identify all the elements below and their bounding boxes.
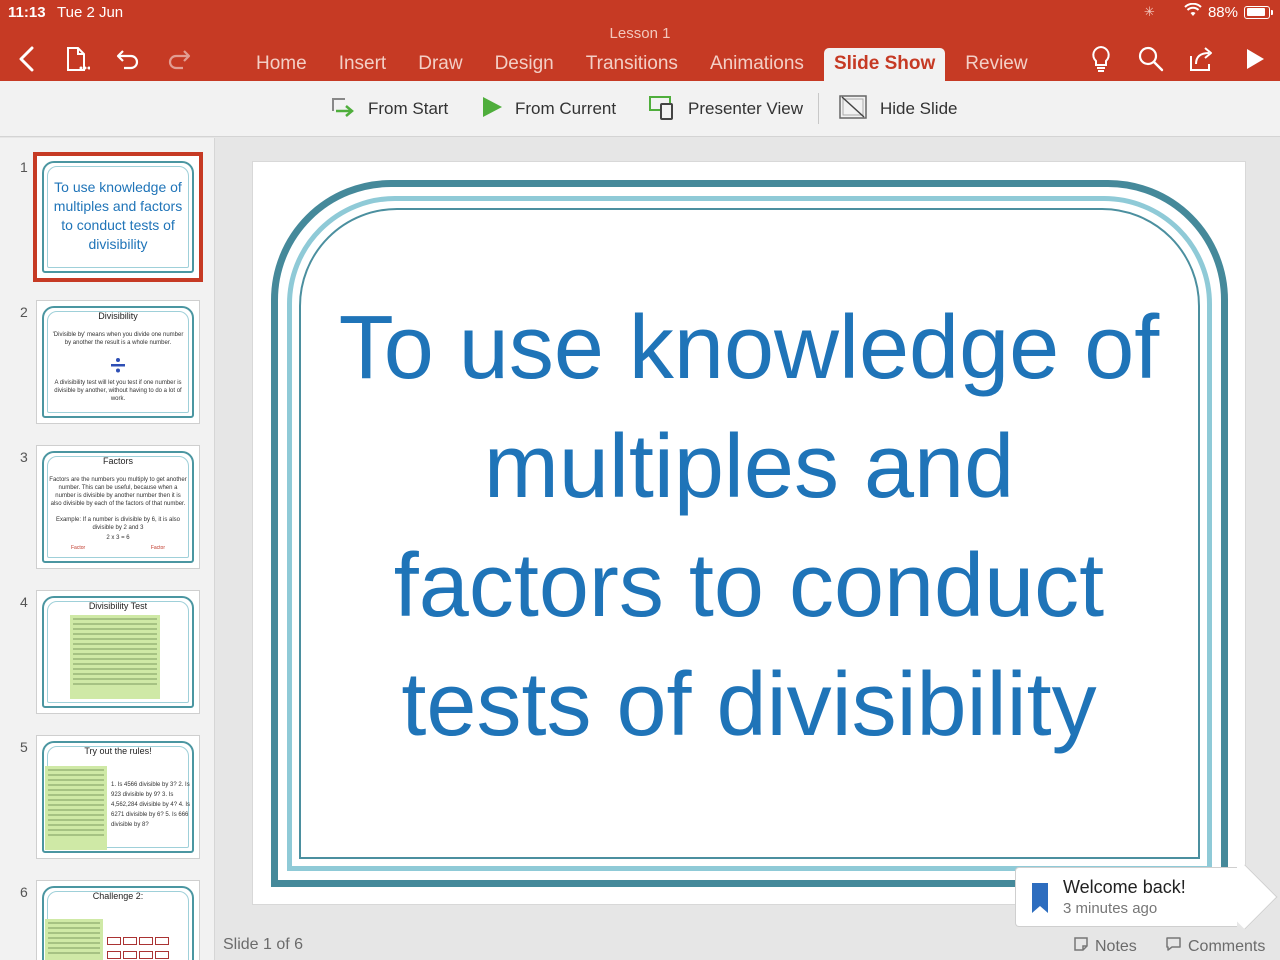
status-time: 11:13	[8, 4, 46, 21]
from-current-button[interactable]: From Current	[481, 93, 616, 125]
divide-icon	[110, 357, 126, 373]
bookmark-icon	[1031, 882, 1049, 919]
thumbnail-questions: 1. Is 4566 divisible by 3? 2. Is 923 div…	[111, 782, 191, 828]
number-grid	[107, 937, 169, 945]
slide-thumbnail-2[interactable]: Divisibility 'Divisible by' means when y…	[37, 301, 199, 423]
slide-thumbnail-5[interactable]: Try out the rules! 1. Is 4566 divisible …	[37, 736, 199, 858]
slide-thumbnail-1[interactable]: To use knowledge of multiples and factor…	[37, 156, 199, 278]
back-icon[interactable]	[12, 44, 42, 74]
thumbnail-number: 3	[20, 449, 28, 465]
thumbnail-equation: 2 x 3 = 6	[106, 535, 130, 541]
divisibility-table-image	[45, 919, 103, 960]
comments-label: Comments	[1188, 937, 1266, 955]
status-date: Tue 2 Jun	[57, 4, 124, 21]
slide-title-line: tests of divisibility	[401, 655, 1097, 755]
thumbnail-body: Example: If a number is divisible by 6, …	[55, 517, 181, 531]
app-toolbar: 11:13 Tue 2 Jun ✳ 88% Lesson 1 Home Inse…	[0, 0, 1280, 81]
notes-button[interactable]: Notes	[1073, 936, 1137, 957]
thumbnail-label: Factor	[71, 545, 86, 551]
current-slide[interactable]: To use knowledge of multiples and factor…	[253, 162, 1245, 904]
tab-design[interactable]: Design	[479, 48, 570, 81]
thumbnail-number: 1	[20, 159, 28, 175]
toast-title: Welcome back!	[1063, 877, 1186, 897]
redo-icon[interactable]	[164, 44, 194, 74]
battery-percent: 88%	[1207, 3, 1238, 21]
number-grid	[107, 951, 169, 959]
divisibility-table-image	[45, 766, 107, 850]
comments-button[interactable]: Comments	[1165, 936, 1265, 957]
comment-icon	[1165, 936, 1182, 957]
divisibility-table-image	[70, 615, 160, 699]
battery-fill	[1246, 8, 1265, 16]
activity-spinner-icon: ✳	[1143, 4, 1155, 19]
slide-thumbnail-4[interactable]: Divisibility Test	[37, 591, 199, 713]
tab-insert[interactable]: Insert	[323, 48, 403, 81]
from-start-button[interactable]: From Start	[330, 93, 448, 125]
tab-transitions[interactable]: Transitions	[570, 48, 694, 81]
play-icon[interactable]	[1240, 44, 1270, 74]
thumbnail-body: Factors are the numbers you multiply to …	[49, 477, 187, 507]
slide-thumbnail-6[interactable]: Challenge 2:	[37, 881, 199, 960]
hide-slide-label: Hide Slide	[880, 99, 958, 118]
toast-timestamp: 3 minutes ago	[1063, 900, 1158, 917]
tab-review[interactable]: Review	[949, 48, 1043, 81]
hide-slide-icon	[838, 94, 868, 125]
tab-home[interactable]: Home	[240, 48, 323, 81]
thumbnail-title: Divisibility Test	[88, 601, 148, 611]
thumbnail-body: A divisibility test will let you test if…	[54, 380, 182, 402]
battery-icon	[1244, 5, 1273, 19]
from-start-icon	[330, 95, 356, 124]
thumbnail-title: Divisibility	[98, 311, 138, 321]
slide-title-line: multiples and	[483, 417, 1015, 517]
thumbnail-body: 'Divisible by' means when you divide one…	[52, 332, 184, 346]
slide-title-line: To use knowledge of	[338, 298, 1160, 398]
share-icon[interactable]	[1187, 44, 1217, 74]
thumbnail-title: Challenge 2:	[92, 891, 144, 901]
thumbnail-number: 6	[20, 884, 28, 900]
presenter-view-button[interactable]: Presenter View	[648, 93, 803, 125]
thumbnail-number: 4	[20, 594, 28, 610]
notes-icon	[1073, 936, 1089, 957]
slide-show-ribbon: From Start From Current Presenter View H…	[0, 81, 1280, 137]
notes-label: Notes	[1095, 937, 1137, 955]
lightbulb-icon[interactable]	[1086, 44, 1116, 74]
thumbnail-number: 5	[20, 739, 28, 755]
from-start-label: From Start	[368, 99, 449, 118]
status-indicators: ✳ 88%	[1143, 2, 1273, 21]
presenter-view-label: Presenter View	[688, 99, 803, 118]
tab-draw[interactable]: Draw	[402, 48, 478, 81]
thumbnail-title: Factors	[102, 456, 133, 466]
tab-animations[interactable]: Animations	[694, 48, 820, 81]
from-current-label: From Current	[515, 99, 617, 118]
slide-thumbnail-3[interactable]: Factors Factors are the numbers you mult…	[37, 446, 199, 568]
thumbnail-number: 2	[20, 304, 28, 320]
undo-icon[interactable]	[113, 44, 143, 74]
thumbnail-label: Factor	[150, 545, 165, 551]
from-current-icon	[481, 96, 503, 123]
document-icon[interactable]	[62, 44, 92, 74]
wifi-icon	[1184, 2, 1202, 21]
welcome-back-toast[interactable]: Welcome back! 3 minutes ago	[1015, 867, 1237, 927]
slide-count: Slide 1 of 6	[223, 936, 304, 953]
ribbon-tabs: Home Insert Draw Design Transitions Anim…	[240, 48, 1044, 81]
document-title: Lesson 1	[609, 25, 671, 42]
slide-title[interactable]: To use knowledge of multiples and factor…	[313, 289, 1185, 765]
ribbon-separator	[818, 93, 819, 124]
search-icon[interactable]	[1136, 44, 1166, 74]
tab-slide-show[interactable]: Slide Show	[823, 48, 946, 81]
slide-thumbnails-panel[interactable]: 1 To use knowledge of multiples and fact…	[0, 138, 215, 960]
presenter-view-icon	[648, 94, 676, 125]
thumbnail-title: Try out the rules!	[84, 746, 152, 756]
hide-slide-button[interactable]: Hide Slide	[838, 93, 958, 125]
slide-title-line: factors to conduct	[393, 536, 1105, 636]
thumbnail-title: To use knowledge of multiples and factor…	[53, 179, 183, 252]
